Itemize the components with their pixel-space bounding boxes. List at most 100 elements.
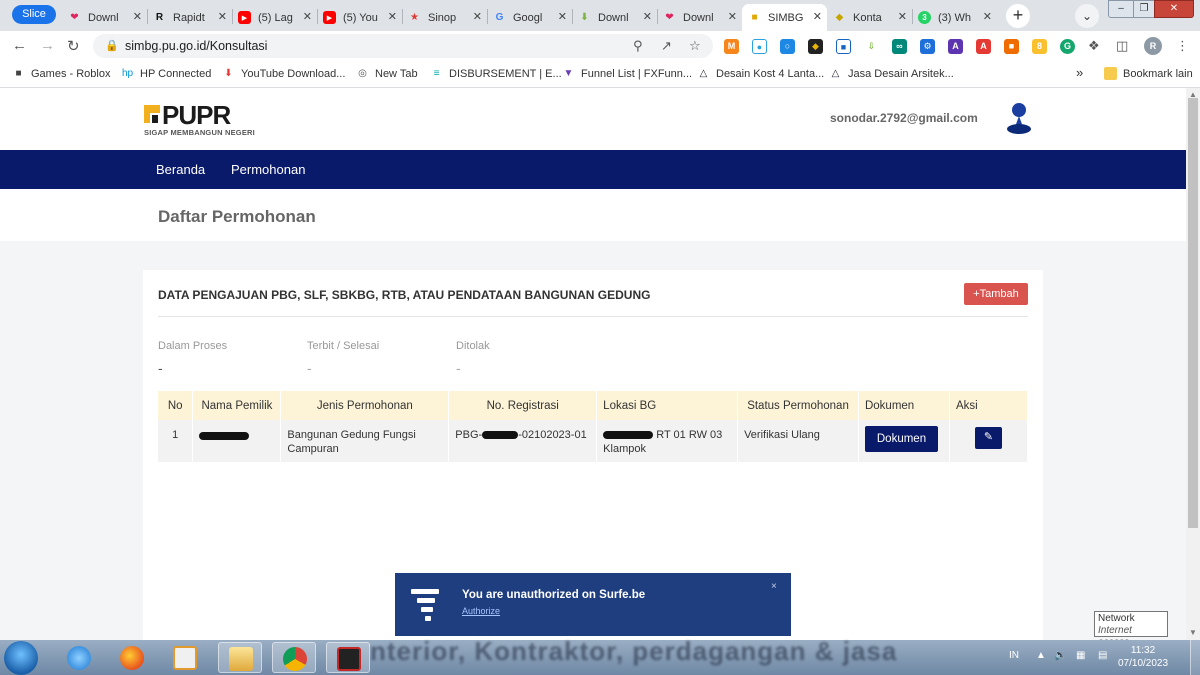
- tab-close-icon[interactable]: ✕: [643, 10, 652, 23]
- user-avatar-icon[interactable]: [1006, 101, 1032, 135]
- bookmark-7[interactable]: △ Jasa Desain Arsitek...: [829, 67, 954, 80]
- shield-extension-icon[interactable]: ■: [836, 39, 851, 54]
- taskbar-explorer[interactable]: [218, 642, 262, 673]
- tab-close-icon[interactable]: ✕: [303, 10, 312, 23]
- bookmark-1[interactable]: hp HP Connected: [121, 67, 211, 80]
- tab-8[interactable]: ■ SIMBG ✕: [742, 4, 827, 31]
- edit-button[interactable]: ✎: [974, 427, 1002, 449]
- back-arrow-icon[interactable]: ←: [12, 37, 27, 54]
- tray-arrow-icon[interactable]: ▲: [1036, 650, 1046, 661]
- surfe-notification[interactable]: You are unauthorized on Surfe.be Authori…: [395, 573, 791, 636]
- nav-permohonan[interactable]: Permohonan: [231, 162, 305, 177]
- spiral-extension-icon[interactable]: ∞: [892, 39, 907, 54]
- address-bar[interactable]: 🔒 simbg.pu.go.id/Konsultasi ⚲ ↗ ☆: [93, 34, 713, 58]
- tab-1[interactable]: R Rapidt ✕: [147, 4, 232, 31]
- bookmark-star-icon[interactable]: ☆: [689, 38, 701, 54]
- tab-close-icon[interactable]: ✕: [133, 10, 142, 23]
- bookmark-2[interactable]: ⬇ YouTube Download...: [222, 67, 345, 80]
- share-icon[interactable]: ↗: [661, 38, 672, 54]
- metamask-extension-icon[interactable]: M: [724, 39, 739, 54]
- url-text[interactable]: simbg.pu.go.id/Konsultasi: [125, 39, 267, 53]
- download-arrow-icon: ⬇: [580, 12, 589, 23]
- tiger-extension-icon[interactable]: ◆: [808, 39, 823, 54]
- new-tab-button[interactable]: +: [1006, 4, 1030, 28]
- tab-close-icon[interactable]: ✕: [558, 10, 567, 23]
- bookmark-6[interactable]: △ Desain Kost 4 Lanta...: [697, 67, 825, 80]
- kebab-menu-icon[interactable]: ⋮: [1176, 38, 1189, 54]
- volume-icon[interactable]: 🔈: [1054, 650, 1066, 661]
- download-extension-icon[interactable]: ⇩: [864, 39, 879, 54]
- bookmark-4[interactable]: ≡ DISBURSEMENT | E...: [430, 67, 562, 80]
- tab-0[interactable]: ❤ Downl ✕: [62, 4, 147, 31]
- gear-extension-icon[interactable]: ⚙: [920, 39, 935, 54]
- scrollbar-thumb[interactable]: [1188, 98, 1198, 528]
- tab-10[interactable]: 3 (3) Wh ✕: [912, 4, 997, 31]
- blurred-background-text: nterior, Kontraktor, perdagangan & jasa: [370, 636, 898, 666]
- show-desktop-button[interactable]: [1190, 640, 1200, 675]
- add-application-button[interactable]: +Tambah: [964, 283, 1028, 305]
- bookmark-0[interactable]: ■ Games - Roblox: [12, 67, 110, 80]
- tab-close-icon[interactable]: ✕: [983, 10, 992, 23]
- google-translate-icon: G: [495, 12, 504, 23]
- tab-close-icon[interactable]: ✕: [898, 10, 907, 23]
- reload-icon[interactable]: ↻: [67, 37, 80, 55]
- tab-5[interactable]: G Googl ✕: [487, 4, 572, 31]
- taskbar-chrome[interactable]: [272, 642, 316, 673]
- bag-extension-icon[interactable]: ■: [1004, 39, 1019, 54]
- firefox-icon: [120, 646, 144, 670]
- tab-close-icon[interactable]: ✕: [813, 10, 822, 23]
- folder-icon: [1104, 67, 1117, 80]
- profile-avatar[interactable]: R: [1144, 37, 1162, 55]
- slice-extension-pill[interactable]: Slice: [12, 5, 56, 24]
- col-header-location: Lokasi BG: [596, 391, 739, 420]
- document-button[interactable]: Dokumen: [864, 426, 938, 452]
- other-bookmarks-folder[interactable]: Bookmark lain: [1104, 67, 1193, 80]
- bookmarks-overflow[interactable]: »: [1076, 65, 1083, 80]
- start-button[interactable]: [4, 641, 38, 675]
- tab-close-icon[interactable]: ✕: [728, 10, 737, 23]
- user-email[interactable]: sonodar.2792@gmail.com: [830, 111, 978, 125]
- maximize-window-button[interactable]: ❐: [1133, 0, 1155, 18]
- forward-arrow-icon[interactable]: →: [40, 37, 55, 54]
- tab-2[interactable]: ▶ (5) Lag ✕: [232, 4, 317, 31]
- grammarly-extension-icon[interactable]: G: [1060, 39, 1075, 54]
- scroll-down-arrow-icon[interactable]: ▼: [1189, 628, 1197, 637]
- minimize-window-button[interactable]: –: [1108, 0, 1134, 18]
- translate-extension-icon[interactable]: A: [948, 39, 963, 54]
- network-icon[interactable]: ▦: [1076, 650, 1085, 661]
- taskbar-media-player[interactable]: [163, 642, 207, 673]
- taskbar-archicad[interactable]: [326, 642, 370, 673]
- page-scrollbar[interactable]: ▲ ▼: [1186, 88, 1200, 640]
- pupr-icon: ■: [751, 12, 758, 23]
- tab-close-icon[interactable]: ✕: [473, 10, 482, 23]
- taskbar-ie[interactable]: [57, 642, 101, 673]
- tab-4[interactable]: ★ Sinop ✕: [402, 4, 487, 31]
- language-indicator[interactable]: IN: [1009, 650, 1019, 661]
- tab-9[interactable]: ◆ Konta ✕: [827, 4, 912, 31]
- close-icon[interactable]: ×: [771, 581, 777, 592]
- action-center-icon[interactable]: ▤: [1098, 650, 1107, 661]
- circle-extension-icon[interactable]: ○: [780, 39, 795, 54]
- bookmark-5[interactable]: ▼ Funnel List | FXFunn...: [562, 67, 693, 80]
- tab-close-icon[interactable]: ✕: [218, 10, 227, 23]
- side-panel-icon[interactable]: ◫: [1116, 38, 1128, 54]
- tab-6[interactable]: ⬇ Downl ✕: [572, 4, 657, 31]
- lock-icon[interactable]: 🔒: [105, 39, 119, 52]
- bookmark-3[interactable]: ◎ New Tab: [356, 67, 417, 80]
- tab-3[interactable]: ▶ (5) You ✕: [317, 4, 402, 31]
- tab-search-chevron-icon[interactable]: ⌄: [1075, 4, 1099, 28]
- zoom-search-icon[interactable]: ⚲: [633, 38, 643, 54]
- folder-icon: [229, 647, 253, 671]
- eight-extension-icon[interactable]: 8: [1032, 39, 1047, 54]
- taskbar-firefox[interactable]: [110, 642, 154, 673]
- close-window-button[interactable]: ✕: [1154, 0, 1194, 18]
- system-clock[interactable]: 11:32 07/10/2023: [1118, 644, 1168, 670]
- nav-beranda[interactable]: Beranda: [156, 162, 205, 177]
- authorize-link[interactable]: Authorize: [462, 606, 500, 616]
- tab-close-icon[interactable]: ✕: [388, 10, 397, 23]
- cell-document: Dokumen: [858, 420, 950, 462]
- adblock-extension-icon[interactable]: A: [976, 39, 991, 54]
- extensions-puzzle-icon[interactable]: ❖: [1088, 38, 1100, 54]
- drop-extension-icon[interactable]: ●: [752, 39, 767, 54]
- tab-7[interactable]: ❤ Downl ✕: [657, 4, 742, 31]
